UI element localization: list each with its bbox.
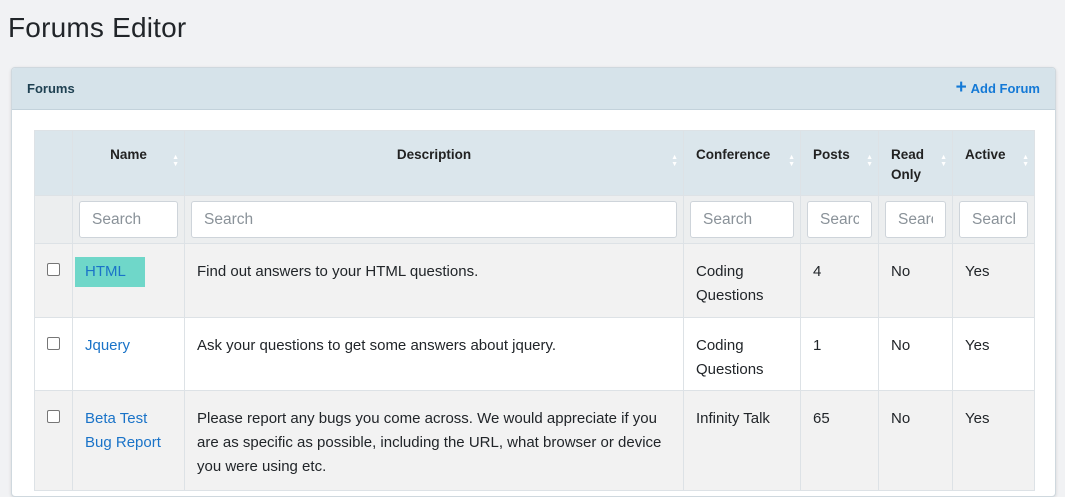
read-only-search-input[interactable] bbox=[885, 201, 946, 238]
forum-name-link[interactable]: Jquery bbox=[85, 337, 130, 354]
column-header-label: Active bbox=[965, 147, 1006, 162]
table-row[interactable]: Beta Test Bug Report Please report any b… bbox=[34, 390, 1035, 491]
row-checkbox[interactable] bbox=[47, 263, 60, 276]
conference-cell: Coding Questions bbox=[683, 243, 801, 318]
table-row[interactable]: HTML Find out answers to your HTML quest… bbox=[34, 243, 1035, 318]
select-cell bbox=[34, 317, 73, 391]
filter-cell bbox=[878, 195, 953, 244]
filter-cell bbox=[952, 195, 1035, 244]
conference-cell: Infinity Talk bbox=[683, 390, 801, 491]
active-cell: Yes bbox=[952, 317, 1035, 391]
add-forum-button[interactable]: + Add Forum bbox=[955, 77, 1040, 98]
column-header-conference[interactable]: Conference ▲ ▼ bbox=[683, 130, 801, 196]
column-header-read-only[interactable]: Read Only ▲ ▼ bbox=[878, 130, 953, 196]
filter-cell bbox=[683, 195, 801, 244]
card-header: Forums + Add Forum bbox=[12, 68, 1055, 110]
name-search-input[interactable] bbox=[79, 201, 178, 238]
read-only-cell: No bbox=[878, 390, 953, 491]
filter-cell bbox=[72, 195, 185, 244]
active-cell: Yes bbox=[952, 243, 1035, 318]
filter-cell bbox=[184, 195, 684, 244]
column-header-description[interactable]: Description ▲ ▼ bbox=[184, 130, 684, 196]
read-only-cell: No bbox=[878, 243, 953, 318]
sort-icon[interactable]: ▲ ▼ bbox=[788, 154, 795, 168]
sort-icon[interactable]: ▲ ▼ bbox=[172, 154, 179, 168]
column-header-label: Conference bbox=[696, 147, 771, 162]
column-header-active[interactable]: Active ▲ ▼ bbox=[952, 130, 1035, 196]
name-cell: HTML bbox=[72, 243, 185, 318]
description-cell: Please report any bugs you come across. … bbox=[184, 390, 684, 491]
table-row[interactable]: Jquery Ask your questions to get some an… bbox=[34, 317, 1035, 391]
page-title: Forums Editor bbox=[8, 12, 187, 43]
posts-cell: 4 bbox=[800, 243, 879, 318]
description-cell: Find out answers to your HTML questions. bbox=[184, 243, 684, 318]
card-title: Forums bbox=[27, 81, 75, 96]
sort-icon[interactable]: ▲ ▼ bbox=[866, 154, 873, 168]
header-row: Name ▲ ▼ Description ▲ ▼ Conference ▲ ▼ Pos… bbox=[34, 130, 1035, 196]
row-checkbox[interactable] bbox=[47, 337, 60, 350]
name-cell: Beta Test Bug Report bbox=[72, 390, 185, 491]
sort-icon[interactable]: ▲ ▼ bbox=[671, 154, 678, 168]
forum-name-link[interactable]: Beta Test Bug Report bbox=[85, 410, 161, 451]
sort-icon[interactable]: ▲ ▼ bbox=[1022, 154, 1029, 168]
select-cell bbox=[34, 243, 73, 318]
conference-search-input[interactable] bbox=[690, 201, 794, 238]
forum-name-link[interactable]: HTML bbox=[75, 257, 145, 287]
row-checkbox[interactable] bbox=[47, 410, 60, 423]
column-header-label: Name bbox=[110, 147, 147, 162]
posts-cell: 65 bbox=[800, 390, 879, 491]
posts-search-input[interactable] bbox=[807, 201, 872, 238]
select-column-header bbox=[34, 130, 73, 196]
column-header-posts[interactable]: Posts ▲ ▼ bbox=[800, 130, 879, 196]
filter-cell-empty bbox=[34, 195, 73, 244]
column-header-label: Description bbox=[396, 147, 472, 162]
posts-cell: 1 bbox=[800, 317, 879, 391]
sort-icon[interactable]: ▲ ▼ bbox=[940, 154, 947, 168]
forums-table-wrapper: Name ▲ ▼ Description ▲ ▼ Conference ▲ ▼ Pos… bbox=[34, 130, 1035, 491]
description-cell: Ask your questions to get some answers a… bbox=[184, 317, 684, 391]
add-forum-label: Add Forum bbox=[970, 81, 1040, 96]
active-cell: Yes bbox=[952, 390, 1035, 491]
filter-row bbox=[34, 195, 1035, 244]
column-header-label: Posts bbox=[813, 147, 850, 162]
forums-table: Name ▲ ▼ Description ▲ ▼ Conference ▲ ▼ Pos… bbox=[34, 130, 1035, 491]
column-header-label: Read Only bbox=[891, 147, 925, 182]
column-header-name[interactable]: Name ▲ ▼ bbox=[72, 130, 185, 196]
conference-cell: Coding Questions bbox=[683, 317, 801, 391]
filter-cell bbox=[800, 195, 879, 244]
read-only-cell: No bbox=[878, 317, 953, 391]
plus-icon: + bbox=[955, 77, 967, 98]
name-cell: Jquery bbox=[72, 317, 185, 391]
forums-card: Forums + Add Forum Name ▲ ▼ Description … bbox=[11, 67, 1056, 497]
description-search-input[interactable] bbox=[191, 201, 677, 238]
select-cell bbox=[34, 390, 73, 491]
active-search-input[interactable] bbox=[959, 201, 1028, 238]
